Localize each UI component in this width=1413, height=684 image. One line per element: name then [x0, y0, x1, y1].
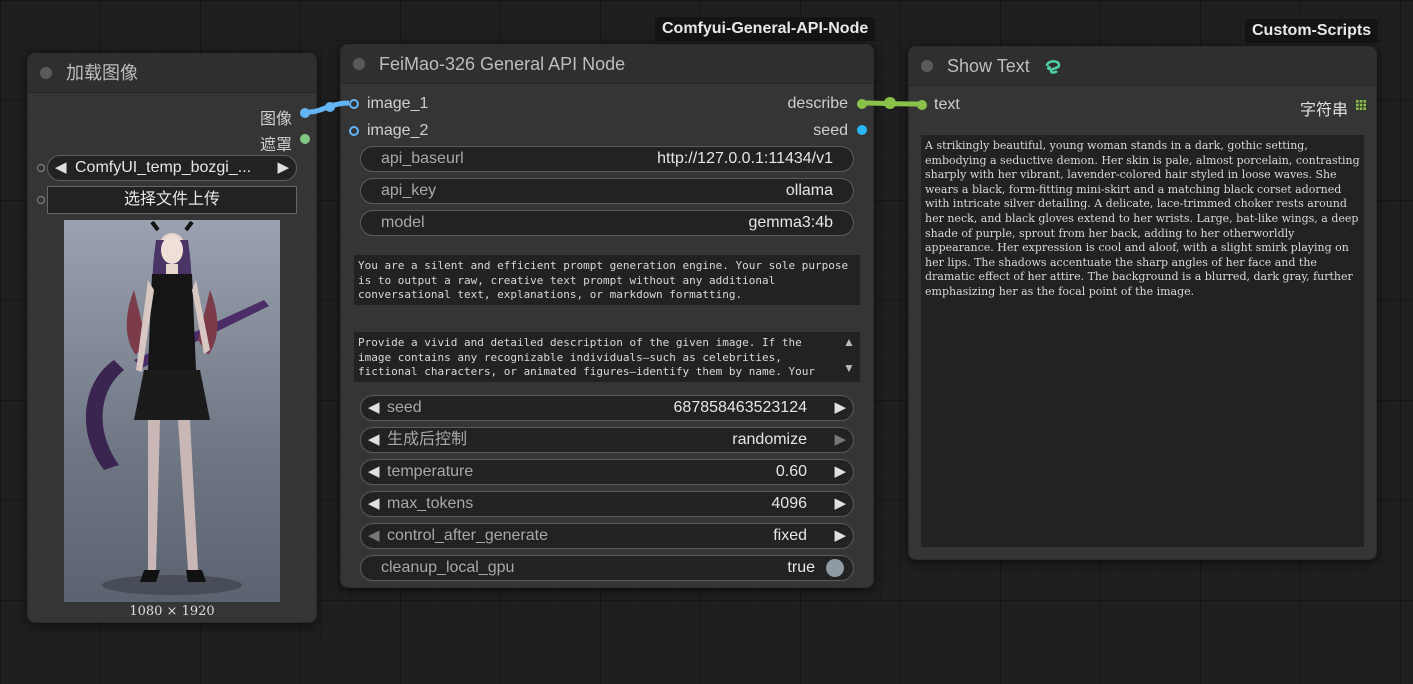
seed-increment[interactable]: ▶	[834, 396, 846, 420]
control-after-generate-label: control_after_generate	[387, 527, 548, 544]
generate-control-label: 生成后控制	[387, 431, 468, 448]
toggle-knob-icon[interactable]	[826, 559, 844, 577]
output-seed-dot[interactable]	[857, 125, 867, 135]
demon-figure-illustration	[85, 220, 269, 595]
cleanup-gpu-value: true	[787, 559, 815, 576]
output-describe-dot[interactable]	[857, 99, 867, 109]
output-seed-label: seed	[813, 122, 848, 139]
image-preview	[64, 220, 280, 602]
model-value: gemma3:4b	[748, 214, 834, 231]
describe-link-midpoint	[884, 97, 896, 109]
max-tokens-label: max_tokens	[387, 495, 474, 512]
generate-control-widget[interactable]: ◀ 生成后控制 randomize ▶	[360, 427, 854, 453]
python-snake-icon	[1045, 60, 1061, 74]
generate-control-value: randomize	[732, 431, 807, 448]
max-tokens-value: 4096	[771, 495, 807, 512]
input-image2-label: image_2	[367, 122, 429, 139]
max-tokens-decrement[interactable]: ◀	[368, 492, 380, 516]
api-node-title-bar[interactable]: FeiMao-326 General API Node	[341, 45, 873, 84]
model-field[interactable]: model gemma3:4b	[360, 210, 854, 236]
api-key-label: api_key	[381, 182, 437, 199]
api-node-source-badge: Comfyui-General-API-Node	[655, 17, 876, 41]
max-tokens-increment[interactable]: ▶	[834, 492, 846, 516]
scroll-down-icon[interactable]: ▼	[843, 361, 855, 375]
user-prompt-textarea[interactable]: Provide a vivid and detailed description…	[354, 332, 860, 382]
temperature-widget[interactable]: ◀ temperature 0.60 ▶	[360, 459, 854, 485]
api-baseurl-label: api_baseurl	[381, 150, 464, 167]
collapse-dot[interactable]	[353, 58, 365, 70]
api-key-value: ollama	[785, 182, 833, 199]
load-image-title: 加载图像	[66, 63, 138, 83]
output-describe-label: describe	[787, 95, 848, 112]
control-after-generate-widget[interactable]: ◀ control_after_generate fixed ▶	[360, 523, 854, 549]
input-image1-label: image_1	[367, 95, 429, 112]
cleanup-gpu-label: cleanup_local_gpu	[381, 559, 515, 576]
image-combo[interactable]: ◀ ComfyUI_temp_bozgi_... ▶	[47, 155, 297, 181]
output-image-dot[interactable]	[300, 108, 310, 118]
cleanup-gpu-toggle[interactable]: cleanup_local_gpu true	[360, 555, 854, 581]
api-node-title: FeiMao-326 General API Node	[379, 54, 626, 74]
upload-button[interactable]: 选择文件上传	[47, 186, 297, 214]
image-combo-prev[interactable]: ◀	[55, 156, 67, 180]
seed-value: 687858463523124	[673, 399, 807, 416]
load-image-title-bar[interactable]: 加载图像	[28, 54, 316, 93]
generate-control-prev[interactable]: ◀	[368, 428, 380, 452]
control-after-generate-prev[interactable]: ◀	[368, 524, 380, 548]
temperature-value: 0.60	[775, 463, 807, 480]
input-image1-dot[interactable]	[349, 99, 359, 109]
seed-widget[interactable]: ◀ seed 687858463523124 ▶	[360, 395, 854, 421]
input-text-dot[interactable]	[917, 100, 927, 110]
api-key-field[interactable]: api_key ollama	[360, 178, 854, 204]
model-label: model	[381, 214, 425, 231]
show-text-node[interactable]: Show Text text 字符串 A strikingly beautifu…	[908, 46, 1377, 560]
input-text-label: text	[934, 96, 960, 113]
upload-input-dot[interactable]	[37, 196, 45, 204]
output-mask-label: 遮罩	[259, 137, 292, 154]
general-api-node[interactable]: FeiMao-326 General API Node image_1 imag…	[340, 44, 874, 588]
output-type-label: 字符串	[1299, 102, 1348, 119]
image-size-label: 1080 × 1920	[129, 604, 215, 619]
system-prompt-textarea[interactable]: You are a silent and efficient prompt ge…	[354, 255, 860, 305]
show-text-title-bar[interactable]: Show Text	[909, 47, 1376, 86]
temperature-label: temperature	[387, 463, 474, 480]
control-after-generate-value: fixed	[773, 527, 807, 544]
temperature-increment[interactable]: ▶	[834, 460, 846, 484]
generate-control-next[interactable]: ▶	[834, 428, 846, 452]
output-image-label: 图像	[259, 111, 292, 128]
seed-label: seed	[387, 399, 422, 416]
show-text-output[interactable]: A strikingly beautiful, young woman stan…	[921, 135, 1364, 547]
load-image-node[interactable]: 加载图像 图像 遮罩 ◀ ComfyUI_temp_bozgi_... ▶ 选择…	[27, 53, 317, 623]
image-combo-value: ComfyUI_temp_bozgi_...	[75, 159, 252, 176]
image-widget-input-dot[interactable]	[37, 164, 45, 172]
image-combo-next[interactable]: ▶	[277, 156, 289, 180]
image-link-midpoint	[325, 102, 335, 112]
api-baseurl-value: http://127.0.0.1:11434/v1	[657, 150, 833, 167]
api-baseurl-field[interactable]: api_baseurl http://127.0.0.1:11434/v1	[360, 146, 854, 172]
show-text-source-badge: Custom-Scripts	[1245, 19, 1379, 43]
control-after-generate-next[interactable]: ▶	[834, 524, 846, 548]
output-mask-dot[interactable]	[300, 134, 310, 144]
collapse-dot[interactable]	[921, 60, 933, 72]
grid-output-icon[interactable]	[1356, 100, 1366, 110]
temperature-decrement[interactable]: ◀	[368, 460, 380, 484]
input-image2-dot[interactable]	[349, 126, 359, 136]
max-tokens-widget[interactable]: ◀ max_tokens 4096 ▶	[360, 491, 854, 517]
show-text-title: Show Text	[947, 56, 1030, 76]
seed-decrement[interactable]: ◀	[368, 396, 380, 420]
collapse-dot[interactable]	[40, 67, 52, 79]
scroll-up-icon[interactable]: ▲	[843, 335, 855, 349]
